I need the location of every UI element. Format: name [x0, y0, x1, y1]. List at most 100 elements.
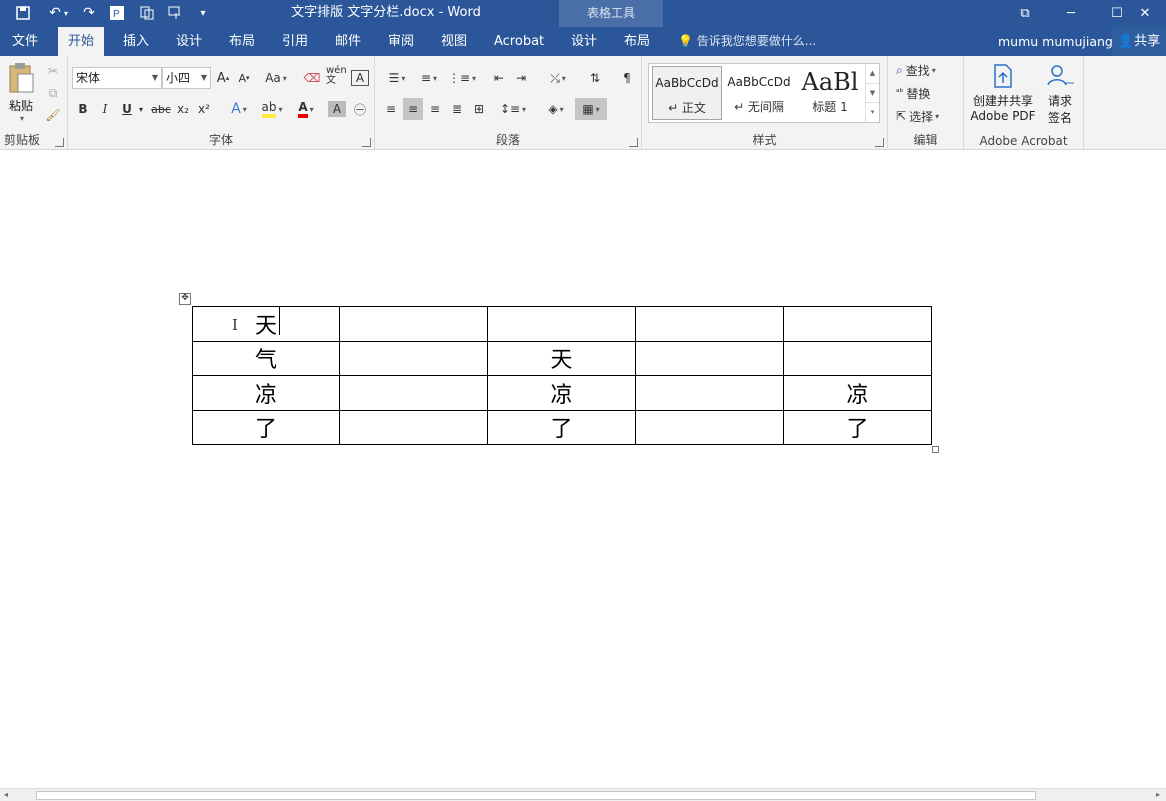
copy-icon[interactable]: ⧉ [42, 82, 64, 104]
cut-icon[interactable]: ✂ [42, 60, 64, 82]
justify-icon[interactable]: ≣ [447, 98, 467, 120]
subscript-button[interactable]: x₂ [174, 98, 192, 120]
table-cell[interactable] [783, 340, 932, 376]
numbering-button[interactable]: ≡ ▾ [415, 67, 443, 89]
table-cell[interactable] [487, 306, 636, 342]
italic-button[interactable]: I [96, 98, 114, 120]
horizontal-scrollbar[interactable]: ◂ ▸ [0, 788, 1166, 801]
font-name-combo[interactable]: 宋体 ▼ [72, 67, 162, 89]
table-cell[interactable] [635, 340, 784, 376]
find-button[interactable]: ⌕ 查找 ▾ [896, 59, 962, 81]
show-marks-icon[interactable]: ¶ [617, 67, 637, 89]
table-cell[interactable]: 天 [487, 340, 636, 376]
tab-file[interactable]: 文件 [2, 27, 48, 56]
clear-formatting-icon[interactable]: ⌫ [302, 67, 322, 89]
text-effects-button[interactable]: A ▾ [226, 98, 252, 120]
replace-button[interactable]: ᵃᵇ 替换 [896, 82, 956, 104]
align-right-icon[interactable]: ≡ [425, 98, 445, 120]
table-cell[interactable]: 凉 [192, 375, 340, 411]
table-cell[interactable] [339, 340, 488, 376]
tell-me-search[interactable]: 💡 告诉我您想要做什么... [678, 27, 816, 56]
font-color-button[interactable]: A ▾ [292, 98, 320, 120]
select-button[interactable]: ⇱ 选择 ▾ [896, 105, 962, 127]
table-cell[interactable]: 了 [487, 409, 636, 445]
styles-launcher-icon[interactable] [875, 138, 884, 147]
tab-table-design[interactable]: 设计 [561, 27, 607, 56]
paste-dropdown-icon[interactable]: ▾ [7, 114, 37, 123]
borders-button[interactable]: ▦ ▾ [575, 98, 607, 120]
tab-layout[interactable]: 布局 [219, 27, 265, 56]
gallery-down-icon[interactable]: ▼ [866, 83, 879, 102]
document-canvas[interactable]: ✥ 天 气 天 凉 凉 凉 了 了 了 I [0, 151, 1166, 788]
style-heading-1[interactable]: AaBl 标题 1 [796, 66, 864, 120]
phonetic-guide-icon[interactable]: wén文 [326, 65, 348, 87]
table-cell[interactable]: 凉 [487, 375, 636, 411]
scrollbar-thumb[interactable] [36, 791, 1036, 800]
table-cell[interactable]: 凉 [783, 375, 932, 411]
chinese-layout-button[interactable]: ⤯ ▾ [543, 67, 573, 89]
character-border-icon[interactable]: A [351, 70, 369, 86]
tab-insert[interactable]: 插入 [113, 27, 159, 56]
tab-review[interactable]: 审阅 [378, 27, 424, 56]
table-cell[interactable] [339, 306, 488, 342]
minimize-icon[interactable]: ─ [1048, 0, 1094, 27]
table-cell[interactable] [783, 306, 932, 342]
font-name-dropdown-icon[interactable]: ▼ [152, 68, 158, 88]
table-cell[interactable] [635, 409, 784, 445]
scroll-right-icon[interactable]: ▸ [1152, 789, 1164, 801]
grow-font-button[interactable]: A ▴ [214, 67, 232, 89]
table-cell[interactable]: 气 [192, 340, 340, 376]
table-cell[interactable] [339, 409, 488, 445]
table-cell[interactable] [635, 306, 784, 342]
scroll-left-icon[interactable]: ◂ [0, 789, 12, 801]
tab-design[interactable]: 设计 [166, 27, 212, 56]
tab-mailings[interactable]: 邮件 [325, 27, 371, 56]
tab-references[interactable]: 引用 [272, 27, 318, 56]
decrease-indent-icon[interactable]: ⇤ [489, 67, 509, 89]
paragraph-launcher-icon[interactable] [629, 138, 638, 147]
font-size-dropdown-icon[interactable]: ▼ [201, 68, 207, 88]
user-account[interactable]: mumu mumujiang [998, 27, 1113, 56]
table-cell[interactable]: 天 [192, 306, 340, 342]
table-cell[interactable] [635, 375, 784, 411]
bullets-button[interactable]: ☰ ▾ [383, 67, 411, 89]
close-icon[interactable]: ✕ [1124, 0, 1166, 27]
gallery-more-icon[interactable]: ▾ [866, 102, 879, 121]
superscript-button[interactable]: x² [195, 98, 213, 120]
style-no-spacing[interactable]: AaBbCcDd ↵ 无间隔 [724, 66, 794, 120]
font-size-combo[interactable]: 小四 ▼ [162, 67, 211, 89]
table-cell[interactable]: 了 [192, 409, 340, 445]
tab-view[interactable]: 视图 [431, 27, 477, 56]
paste-button[interactable]: 粘贴 ▾ [5, 62, 37, 126]
gallery-up-icon[interactable]: ▲ [866, 64, 879, 83]
increase-indent-icon[interactable]: ⇥ [511, 67, 531, 89]
highlight-button[interactable]: ab ▾ [258, 98, 286, 120]
table-cell[interactable]: 了 [783, 409, 932, 445]
multilevel-list-button[interactable]: ⋮≡ ▾ [447, 67, 477, 89]
bold-button[interactable]: B [74, 98, 92, 120]
enclose-characters-icon[interactable]: ㊀ [350, 98, 370, 120]
table-move-handle-icon[interactable]: ✥ [179, 293, 191, 305]
underline-button[interactable]: U [118, 98, 136, 120]
request-signature-button[interactable]: 请求 签名 [1040, 63, 1080, 126]
sort-icon[interactable]: ⇅ [585, 67, 605, 89]
share-button[interactable]: 👤共享 [1112, 27, 1166, 56]
clipboard-launcher-icon[interactable] [55, 138, 64, 147]
align-center-icon[interactable]: ≡ [403, 98, 423, 120]
styles-gallery-scroll[interactable]: ▲ ▼ ▾ [865, 64, 879, 122]
create-pdf-button[interactable]: 创建并共享 Adobe PDF [968, 63, 1038, 123]
change-case-button[interactable]: Aa ▾ [260, 67, 292, 89]
font-launcher-icon[interactable] [362, 138, 371, 147]
strikethrough-button[interactable]: abc [150, 98, 172, 120]
format-painter-icon[interactable]: 🖌 [42, 104, 64, 126]
ribbon-display-options-icon[interactable]: ⧉ [1002, 0, 1048, 27]
shrink-font-button[interactable]: A ▾ [235, 67, 253, 89]
align-left-icon[interactable]: ≡ [381, 98, 401, 120]
word-table[interactable]: 天 气 天 凉 凉 凉 了 了 了 [192, 306, 932, 445]
style-normal[interactable]: AaBbCcDd ↵ 正文 [652, 66, 722, 120]
character-shading-icon[interactable]: A [328, 101, 346, 117]
shading-button[interactable]: ◈ ▾ [541, 98, 571, 120]
line-spacing-button[interactable]: ↕≡ ▾ [499, 98, 527, 120]
tab-acrobat[interactable]: Acrobat [484, 27, 554, 56]
tab-home[interactable]: 开始 [58, 27, 105, 56]
